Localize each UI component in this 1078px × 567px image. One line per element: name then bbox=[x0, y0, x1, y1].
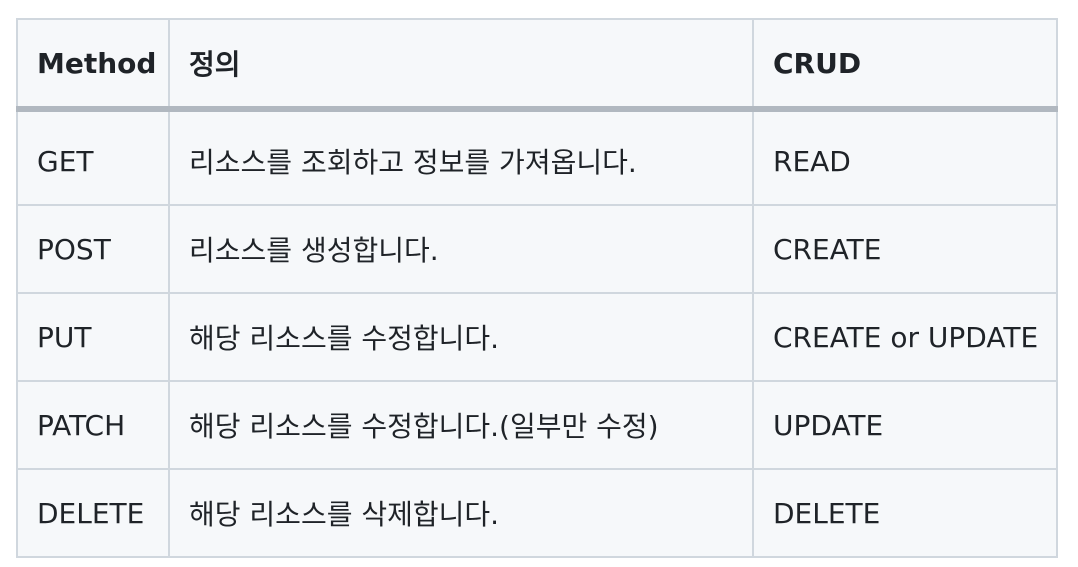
table-body: GET 리소스를 조회하고 정보를 가져옵니다. READ POST 리소스를 … bbox=[16, 108, 1058, 558]
table-row: DELETE 해당 리소스를 삭제합니다. DELETE bbox=[16, 468, 1058, 558]
header-row: Method 정의 CRUD bbox=[16, 18, 1058, 112]
cell-definition: 해당 리소스를 삭제합니다. bbox=[168, 468, 754, 558]
cell-method: DELETE bbox=[16, 468, 170, 558]
table-row: POST 리소스를 생성합니다. CREATE bbox=[16, 204, 1058, 294]
cell-definition: 리소스를 생성합니다. bbox=[168, 204, 754, 294]
cell-definition: 해당 리소스를 수정합니다. bbox=[168, 292, 754, 382]
cell-crud: READ bbox=[752, 108, 1058, 206]
cell-crud: CREATE bbox=[752, 204, 1058, 294]
header-definition: 정의 bbox=[168, 18, 754, 112]
cell-method: POST bbox=[16, 204, 170, 294]
cell-method: GET bbox=[16, 108, 170, 206]
cell-crud: UPDATE bbox=[752, 380, 1058, 470]
table-header: Method 정의 CRUD bbox=[16, 18, 1058, 112]
header-crud: CRUD bbox=[752, 18, 1058, 112]
http-method-table: Method 정의 CRUD GET 리소스를 조회하고 정보를 가져옵니다. … bbox=[16, 18, 1058, 558]
cell-crud: DELETE bbox=[752, 468, 1058, 558]
cell-method: PUT bbox=[16, 292, 170, 382]
table-row: PUT 해당 리소스를 수정합니다. CREATE or UPDATE bbox=[16, 292, 1058, 382]
table-row: GET 리소스를 조회하고 정보를 가져옵니다. READ bbox=[16, 108, 1058, 206]
cell-definition: 해당 리소스를 수정합니다.(일부만 수정) bbox=[168, 380, 754, 470]
table-row: PATCH 해당 리소스를 수정합니다.(일부만 수정) UPDATE bbox=[16, 380, 1058, 470]
header-method: Method bbox=[16, 18, 170, 112]
cell-crud: CREATE or UPDATE bbox=[752, 292, 1058, 382]
cell-definition: 리소스를 조회하고 정보를 가져옵니다. bbox=[168, 108, 754, 206]
cell-method: PATCH bbox=[16, 380, 170, 470]
